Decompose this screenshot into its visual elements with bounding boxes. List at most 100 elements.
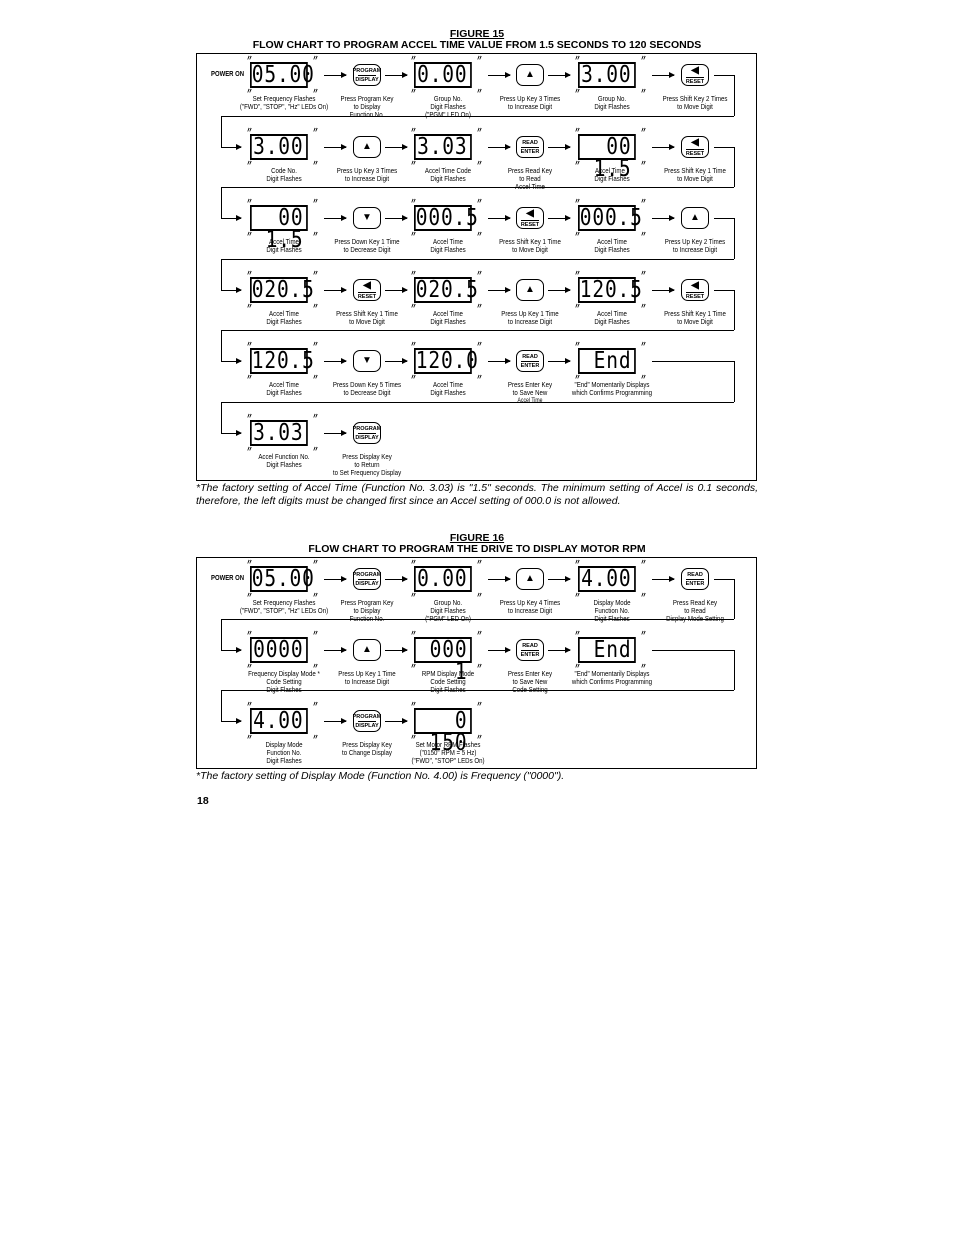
shift-reset-key-icon[interactable]: ◀ RESET <box>681 64 709 86</box>
figure15-flash-indicator-icon: 〃 <box>640 55 647 62</box>
shift-reset-key-icon[interactable]: ◀ RESET <box>353 279 381 301</box>
figure15-flash-indicator-icon: 〃 <box>312 198 319 205</box>
up-key-icon[interactable]: ▲ <box>516 279 544 301</box>
figure15-step-label: Press Display Key to Return to Set Frequen… <box>320 453 414 477</box>
shift-reset-key-icon[interactable]: ◀ RESET <box>516 207 544 229</box>
program-display-key-icon[interactable]: PROGRAM DISPLAY <box>353 710 381 732</box>
figure15-flash-indicator-icon: 〃 <box>246 446 253 453</box>
figure16-flash-indicator-icon: 〃 <box>476 630 483 637</box>
figure15-flash-indicator-icon: 〃 <box>246 198 253 205</box>
read-enter-key-icon[interactable]: READ ENTER <box>516 350 544 372</box>
read-enter-key-top-label: READ <box>522 139 538 146</box>
figure15-flash-indicator-icon: 〃 <box>312 127 319 134</box>
figure15-flash-indicator-icon: 〃 <box>574 341 581 348</box>
read-enter-key-divider <box>521 146 539 148</box>
figure15-step-label-line: to Increase Digit <box>672 245 718 254</box>
figure15-flash-indicator-icon: 〃 <box>410 374 417 381</box>
up-key-icon[interactable]: ▲ <box>516 64 544 86</box>
figure15-flow-arrow <box>548 287 571 293</box>
figure15-step-label-line: Digit Flashes <box>594 102 630 111</box>
figure16-connector-line <box>221 690 734 691</box>
figure15-led-display: 020.5 <box>414 277 479 303</box>
figure15-connector-line <box>734 147 735 187</box>
shift-reset-key-icon[interactable]: ◀ RESET <box>681 136 709 158</box>
figure15-step-label: Accel Time Digit Flashes <box>237 238 331 254</box>
program-display-key-icon[interactable]: PROGRAM DISPLAY <box>353 422 381 444</box>
figure15-flash-indicator-icon: 〃 <box>640 160 647 167</box>
read-enter-key-bottom-label: ENTER <box>520 651 540 658</box>
read-enter-key-icon[interactable]: READ ENTER <box>516 136 544 158</box>
figure16-led-display: 05.00 <box>250 566 315 592</box>
figure16-flash-indicator-icon: 〃 <box>246 734 253 741</box>
figure15-flash-indicator-icon: 〃 <box>246 341 253 348</box>
figure15-step-label: Press Up Key 2 Times to Increase Digit <box>648 238 742 254</box>
figure15-flow-arrow <box>385 144 408 150</box>
figure15-flash-indicator-icon: 〃 <box>574 127 581 134</box>
figure16-flash-indicator-icon: 〃 <box>312 734 319 741</box>
figure15-flash-indicator-icon: 〃 <box>410 127 417 134</box>
program-display-key-divider <box>358 720 376 722</box>
figure15-flash-indicator-icon: 〃 <box>312 231 319 238</box>
figure15-flow-arrow <box>324 144 347 150</box>
figure16-flash-indicator-icon: 〃 <box>312 559 319 566</box>
up-key-icon[interactable]: ▲ <box>681 207 709 229</box>
figure15-step-label-line: Digit Flashes <box>430 245 466 254</box>
figure16-flow-arrow <box>652 576 675 582</box>
figure-15-title: FLOW CHART TO PROGRAM ACCEL TIME VALUE F… <box>252 39 702 51</box>
read-enter-key-icon[interactable]: READ ENTER <box>516 639 544 661</box>
figure15-connector-line <box>734 218 735 259</box>
down-key-icon[interactable]: ▼ <box>353 350 381 372</box>
figure15-flash-indicator-icon: 〃 <box>246 127 253 134</box>
figure15-connector-line <box>221 187 222 218</box>
figure15-flash-indicator-icon: 〃 <box>312 160 319 167</box>
figure15-step-label: Press Up Key 3 Times to Increase Digit <box>320 167 414 183</box>
program-display-key-icon[interactable]: PROGRAM DISPLAY <box>353 64 381 86</box>
program-display-key-icon[interactable]: PROGRAM DISPLAY <box>353 568 381 590</box>
figure15-led-display: 120.5 <box>250 348 315 374</box>
figure15-flow-arrow <box>488 287 511 293</box>
figure15-flash-indicator-icon: 〃 <box>410 341 417 348</box>
figure15-led-display: 120.5 <box>578 277 643 303</box>
figure15-step-label-line: to Move Digit <box>677 317 713 326</box>
figure16-connector-line <box>221 690 222 721</box>
figure15-flow-arrow <box>385 215 408 221</box>
shift-reset-key-icon[interactable]: ◀ RESET <box>681 279 709 301</box>
figure15-step-label-line: ("FWD", "STOP", "Hz" LEDs On) <box>239 102 329 111</box>
figure15-step-label-line: Digit Flashes <box>266 388 302 397</box>
figure15-flow-arrow <box>548 144 571 150</box>
down-key-icon[interactable]: ▼ <box>353 207 381 229</box>
figure15-led-display: 000.5 <box>578 205 643 231</box>
figure15-flow-arrow <box>652 144 675 150</box>
figure15-led-display: 020.5 <box>250 277 315 303</box>
figure15-step-label-line: Digit Flashes <box>430 174 466 183</box>
figure15-flash-indicator-icon: 〃 <box>476 160 483 167</box>
figure15-flash-indicator-icon: 〃 <box>476 198 483 205</box>
figure15-flow-arrow <box>221 287 242 293</box>
shift-reset-key-bottom-label: RESET <box>685 78 705 85</box>
figure15-flow-arrow <box>324 358 347 364</box>
figure15-step-label-line: Digit Flashes <box>430 388 466 397</box>
figure15-connector-line <box>714 75 734 76</box>
figure16-step-label-line: Digit Flashes <box>266 756 302 765</box>
figure15-step-label: Accel Time Digit Flashes <box>237 381 331 397</box>
figure16-flash-indicator-icon: 〃 <box>410 559 417 566</box>
up-key-icon[interactable]: ▲ <box>353 136 381 158</box>
figure15-connector-line <box>734 290 735 330</box>
figure16-flash-indicator-icon: 〃 <box>410 663 417 670</box>
figure15-step-label: Accel Time Digit Flashes <box>565 238 659 254</box>
figure16-flash-indicator-icon: 〃 <box>574 559 581 566</box>
program-display-key-top-label: PROGRAM <box>352 67 382 74</box>
figure15-step-label-line: to Move Digit <box>677 174 713 183</box>
figure15-flash-indicator-icon: 〃 <box>246 374 253 381</box>
read-enter-key-icon[interactable]: READ ENTER <box>681 568 709 590</box>
figure15-flash-indicator-icon: 〃 <box>476 231 483 238</box>
up-key-icon[interactable]: ▲ <box>516 568 544 590</box>
figure15-step-label: Press Shift Key 2 Times to Move Digit <box>648 95 742 111</box>
read-enter-key-bottom-label: ENTER <box>520 362 540 369</box>
figure15-step-label: Accel Time Digit Flashes <box>401 238 495 254</box>
up-key-icon[interactable]: ▲ <box>353 639 381 661</box>
figure16-flash-indicator-icon: 〃 <box>410 592 417 599</box>
figure16-flow-arrow <box>385 576 408 582</box>
figure16-connector-line <box>652 650 734 651</box>
figure15-step-label-line: Digit Flashes <box>266 317 302 326</box>
